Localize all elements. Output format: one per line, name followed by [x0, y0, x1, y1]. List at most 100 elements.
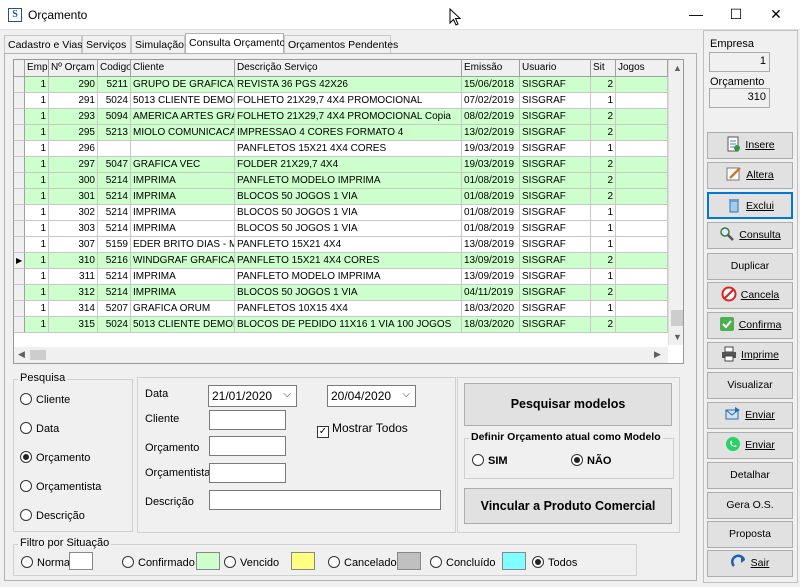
table-row[interactable]: 1 291 5024 5013 CLIENTE DEMON FOLHETO 21X29,… [14, 93, 668, 109]
scroll-up-icon[interactable]: ▲ [673, 63, 682, 73]
table-row[interactable]: 1 297 5047 GRAFICA VEC FOLDER 21X29,7 4X4 19/… [14, 157, 668, 173]
exclui-button[interactable]: Exclui [707, 192, 793, 219]
proposta-button[interactable]: Proposta [707, 521, 793, 548]
radio-icon[interactable] [430, 556, 442, 568]
radio-icon[interactable] [328, 556, 340, 568]
orcamentos-grid[interactable]: Emp Nº Orçam Codigo Cliente Descrição Serviç… [13, 59, 684, 364]
table-row[interactable]: 1 303 5214 IMPRIMA BLOCOS 50 JOGOS 1 VIA 01/0… [14, 221, 668, 237]
table-row[interactable]: 1 296 PANFLETOS 15X21 4X4 CORES 19/03/2019 S… [14, 141, 668, 157]
scroll-right-icon[interactable]: ▶ [654, 349, 661, 360]
table-row[interactable]: 1 301 5214 IMPRIMA BLOCOS 50 JOGOS 1 VIA 01/0… [14, 189, 668, 205]
column-header[interactable]: Emp [25, 60, 49, 77]
grid-horizontal-scroll-thumb[interactable] [30, 350, 46, 360]
cell-usuario: SISGRAF [520, 125, 591, 141]
radio-icon[interactable] [20, 422, 32, 434]
chevron-down-icon[interactable]: ⌵ [402, 389, 410, 400]
radio-icon[interactable] [20, 393, 32, 405]
enviar-whatsapp-button[interactable]: Enviar [707, 432, 793, 459]
pesquisa-radio-2[interactable]: Orçamento [20, 451, 90, 464]
column-header[interactable]: Emissão [462, 60, 520, 77]
filtro-radio-2[interactable]: Vencido [224, 556, 279, 569]
cliente-input[interactable] [209, 410, 286, 430]
table-row[interactable]: 1 312 5214 IMPRIMA BLOCOS 50 JOGOS 1 VIA 04/1… [14, 285, 668, 301]
vincular-produto-button[interactable]: Vincular a Produto Comercial [464, 488, 672, 524]
tab-cadastro-vias[interactable]: Cadastro e Vias [4, 35, 83, 54]
visualizar-button[interactable]: Visualizar [707, 372, 793, 399]
altera-button[interactable]: Altera [707, 162, 793, 189]
orcamentista-input[interactable] [209, 463, 286, 483]
maximize-button[interactable]: ☐ [716, 0, 756, 30]
table-row[interactable]: 1 311 5214 IMPRIMA PANFLETO MODELO IMPRIMA 13… [14, 269, 668, 285]
filtro-radio-5[interactable]: Todos [532, 556, 577, 569]
insere-button[interactable]: Insere [707, 132, 793, 159]
column-header[interactable]: Nº Orçam [49, 60, 98, 77]
cell-sit: 2 [591, 157, 616, 173]
radio-icon[interactable] [224, 556, 236, 568]
chevron-down-icon[interactable]: ⌵ [283, 389, 291, 400]
table-row[interactable]: 1 307 5159 EDER BRITO DIAS - M PANFLETO 15X2… [14, 237, 668, 253]
enviar-email-button[interactable]: Enviar [707, 402, 793, 429]
detalhar-button[interactable]: Detalhar [707, 462, 793, 489]
cell-sit: 2 [591, 317, 616, 333]
pesquisar-modelos-button[interactable]: Pesquisar modelos [464, 383, 672, 426]
minimize-button[interactable]: — [676, 0, 716, 30]
cell-usuario: SISGRAF [520, 141, 591, 157]
imprime-button[interactable]: Imprime [707, 342, 793, 369]
modelo-nao-radio[interactable]: NÃO [571, 454, 611, 467]
descricao-input[interactable] [209, 490, 441, 510]
gera-o-s-button[interactable]: Gera O.S. [707, 492, 793, 519]
close-button[interactable]: ✕ [756, 0, 796, 30]
sair-button[interactable]: Sair [707, 550, 793, 577]
duplicar-button[interactable]: Duplicar [707, 253, 793, 280]
pesquisa-radio-0[interactable]: Cliente [20, 393, 70, 406]
column-header[interactable]: Usuario [520, 60, 591, 77]
filtro-radio-1[interactable]: Confirmado [122, 556, 195, 569]
tab-orcamentos-pendentes[interactable]: Orçamentos Pendentes [284, 35, 398, 54]
grid-vertical-scrollbar[interactable]: ▲ ▼ [668, 60, 683, 345]
scroll-left-icon[interactable]: ◀ [18, 349, 25, 360]
table-row[interactable]: 1 293 5094 AMERICA ARTES GRA FOLHETO 21X29,7… [14, 109, 668, 125]
tab-simulacao[interactable]: Simulação [131, 35, 185, 54]
column-header[interactable]: Codigo [98, 60, 131, 77]
radio-icon[interactable] [20, 509, 32, 521]
radio-icon[interactable] [20, 480, 32, 492]
confirma-button[interactable]: Confirma [707, 312, 793, 339]
column-header[interactable]: Sit [591, 60, 616, 77]
pesquisa-radio-1[interactable]: Data [20, 422, 59, 435]
tab-servicos[interactable]: Serviços [82, 35, 131, 54]
filtro-radio-4[interactable]: Concluído [430, 556, 496, 569]
filtro-radio-0[interactable]: Normal [21, 556, 72, 569]
pesquisa-radio-4[interactable]: Descrição [20, 509, 85, 522]
filtro-radio-3[interactable]: Cancelado [328, 556, 397, 569]
radio-icon[interactable] [472, 454, 484, 466]
consulta-button[interactable]: Consulta [707, 222, 793, 249]
date-from-picker[interactable]: 21/01/2020 ⌵ [208, 385, 297, 407]
table-row[interactable]: 1 315 5024 5013 CLIENTE DEMON BLOCOS DE PEDI… [14, 317, 668, 333]
grid-horizontal-scrollbar[interactable]: ◀ ▶ [14, 347, 668, 363]
pesquisa-radio-3[interactable]: Orçamentista [20, 480, 101, 493]
date-to-picker[interactable]: 20/04/2020 ⌵ [327, 385, 416, 407]
radio-icon[interactable] [122, 556, 134, 568]
table-row[interactable]: ▶ 1 310 5216 WINDGRAF GRAFICA E PANFLETO 15X2… [14, 253, 668, 269]
column-header[interactable]: Cliente [131, 60, 235, 77]
table-row[interactable]: 1 290 5211 GRUPO DE GRAFICAS REVISTA 36 PGS … [14, 77, 668, 93]
modelo-sim-radio[interactable]: SIM [472, 454, 508, 467]
column-header[interactable]: Descrição Serviço [235, 60, 462, 77]
check-icon[interactable]: ✓ [317, 426, 329, 438]
radio-selected-icon[interactable] [571, 454, 583, 466]
radio-selected-icon[interactable] [20, 451, 32, 463]
table-row[interactable]: 1 300 5214 IMPRIMA PANFLETO MODELO IMPRIMA 01… [14, 173, 668, 189]
column-header[interactable]: Jogos [616, 60, 668, 77]
table-row[interactable]: 1 295 5213 MIOLO COMUNICACAO IMPRESSAO 4 COR… [14, 125, 668, 141]
table-row[interactable]: 1 302 5214 IMPRIMA BLOCOS 50 JOGOS 1 VIA 01/0… [14, 205, 668, 221]
mostrar-todos-checkbox[interactable]: ✓ Mostrar Todos [317, 421, 408, 438]
table-row[interactable]: 1 314 5207 GRAFICA ORUM PANFLETOS 10X15 4X4 1… [14, 301, 668, 317]
tab-consulta-orcamento[interactable]: Consulta Orçamento [185, 33, 285, 54]
cancela-button[interactable]: Cancela [707, 282, 793, 309]
radio-icon[interactable] [21, 556, 33, 568]
cell-jogos [616, 173, 668, 189]
orcamento-input[interactable] [209, 436, 286, 456]
grid-vertical-scroll-thumb[interactable] [671, 310, 683, 326]
scroll-down-icon[interactable]: ▼ [673, 332, 682, 342]
radio-selected-icon[interactable] [532, 556, 544, 568]
